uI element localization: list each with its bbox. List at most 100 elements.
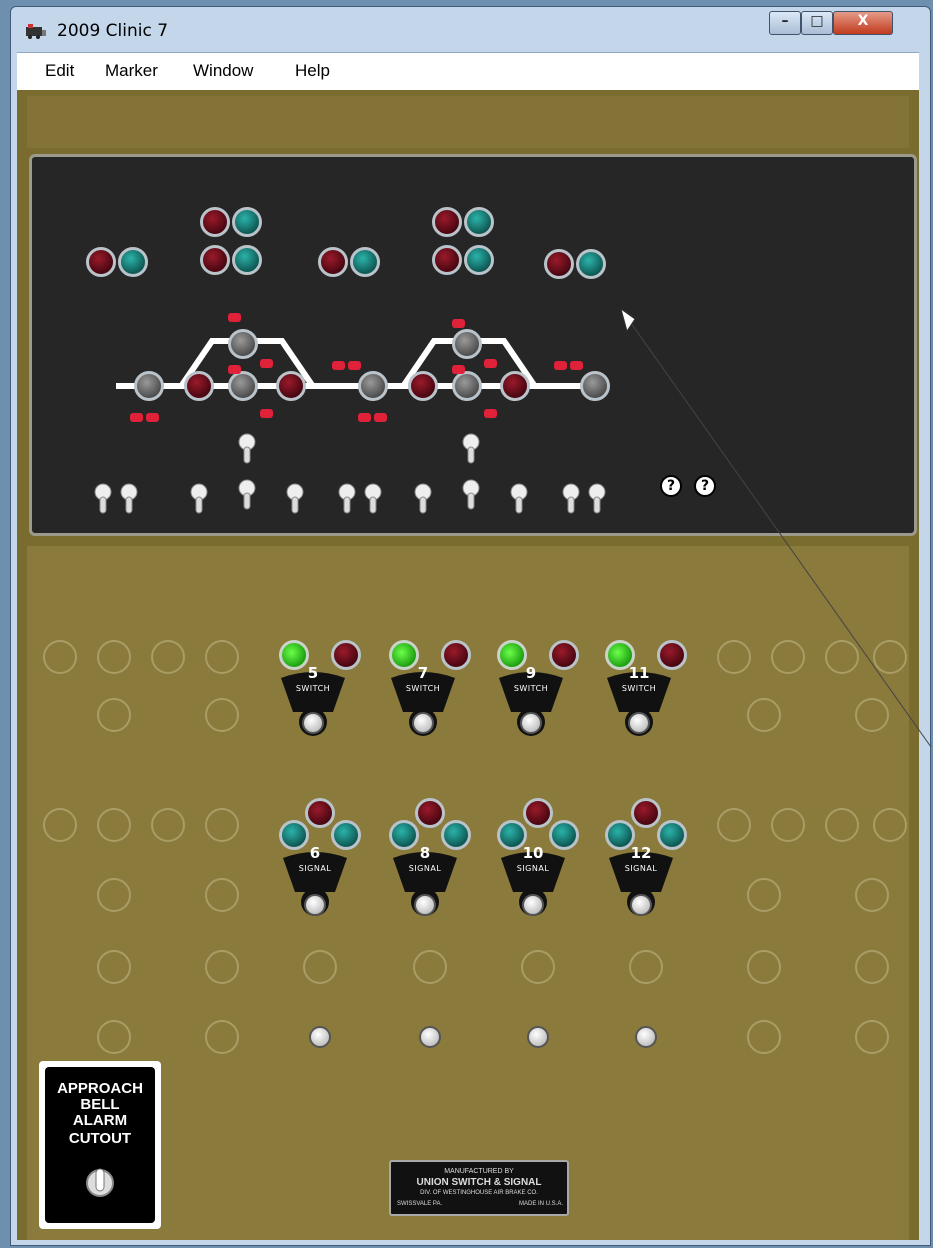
toggle-switch-icon[interactable] [236,479,258,511]
switch-lever-knob[interactable] [302,712,324,734]
empty-socket [747,1020,781,1054]
occupancy-indicator [452,319,465,328]
menu-marker[interactable]: Marker [105,61,158,81]
empty-socket [43,640,77,674]
track-lamp-grey [134,371,164,401]
manufacturer-nameplate: MANUFACTURED BY UNION SWITCH & SIGNAL DI… [389,1160,569,1216]
push-button[interactable] [527,1026,549,1048]
push-button[interactable] [309,1026,331,1048]
signal-lamp-teal [576,249,606,279]
toggle-switch-icon[interactable] [508,483,530,515]
toggle-switch-icon[interactable] [460,433,482,465]
lever-number: 5 [307,664,319,682]
toggle-switch-icon[interactable] [560,483,582,515]
signal-lamp-red [200,245,230,275]
empty-socket [97,698,131,732]
toggle-switch-icon[interactable] [284,483,306,515]
signal-stop-lamp [523,798,553,828]
track-lamp-grey [452,371,482,401]
menu-window[interactable]: Window [193,61,253,81]
empty-socket [97,950,131,984]
occupancy-indicator [348,361,361,370]
close-icon: X [857,13,869,29]
toggle-switch-icon[interactable] [362,483,384,515]
occupancy-indicator [146,413,159,422]
signal-lamp-red [432,245,462,275]
empty-socket [855,950,889,984]
empty-socket [205,878,239,912]
empty-socket [629,950,663,984]
top-strip [27,96,909,148]
occupancy-indicator [358,413,371,422]
empty-socket [855,878,889,912]
occupancy-indicator [570,361,583,370]
lever-label: SWITCH [513,684,549,693]
push-button[interactable] [635,1026,657,1048]
train-app-icon [26,24,46,39]
toggle-switch-icon[interactable] [85,1163,115,1203]
occupancy-indicator [554,361,567,370]
close-button[interactable]: X [833,11,893,35]
empty-socket [855,1020,889,1054]
occupancy-indicator [260,359,273,368]
empty-socket [97,1020,131,1054]
signal-lever-knob[interactable] [304,894,326,916]
toggle-switch-icon[interactable] [336,483,358,515]
window-title: 2009 Clinic 7 [57,21,169,41]
signal-stop-lamp [415,798,445,828]
toggle-switch-icon[interactable] [460,479,482,511]
signal-lamp-teal [118,247,148,277]
empty-socket [97,808,131,842]
occupancy-indicator [260,409,273,418]
nameplate-line: MADE IN U.S.A. [518,1201,563,1207]
occupancy-indicator [452,365,465,374]
signal-lamp-teal [464,207,494,237]
empty-socket [205,698,239,732]
lever-label: SIGNAL [516,864,550,873]
menu-edit[interactable]: Edit [45,61,74,81]
empty-socket [873,808,907,842]
application-window: 2009 Clinic 7 – □ X Edit Marker Window H… [10,6,932,1246]
maximize-button[interactable]: □ [801,11,833,35]
lever-number: 9 [525,664,537,682]
signal-lever-knob[interactable] [414,894,436,916]
occupancy-indicator [484,409,497,418]
occupancy-indicator [332,361,345,370]
switch-lever-knob[interactable] [520,712,542,734]
title-bar[interactable]: 2009 Clinic 7 – □ X [11,7,930,51]
signal-lamp-red [544,249,574,279]
signal-lamp-red [86,247,116,277]
signal-stop-lamp [305,798,335,828]
toggle-switch-icon[interactable] [412,483,434,515]
switch-lever-knob[interactable] [412,712,434,734]
toggle-switch-icon[interactable] [118,483,140,515]
toggle-switch-icon[interactable] [188,483,210,515]
occupancy-indicator [374,413,387,422]
menu-help[interactable]: Help [295,61,330,81]
empty-socket [747,950,781,984]
track-lamp-red [408,371,438,401]
lever-number: 6 [309,844,321,862]
lever-number: 10 [522,844,544,862]
empty-socket [97,878,131,912]
track-lamp-grey [228,329,258,359]
toggle-switch-icon[interactable] [92,483,114,515]
occupancy-indicator [130,413,143,422]
toggle-switch-icon[interactable] [236,433,258,465]
empty-socket [747,878,781,912]
empty-socket [771,808,805,842]
signal-lever-knob[interactable] [630,894,652,916]
lever-label: SWITCH [405,684,441,693]
approach-bell-cutout-plate: APPROACH BELL ALARM CUTOUT [39,1061,161,1229]
empty-socket [205,808,239,842]
track-lamp-grey [358,371,388,401]
signal-lamp-teal [464,245,494,275]
mouse-pointer-trail [620,307,932,748]
signal-lamp-teal [232,207,262,237]
lever-number: 7 [417,664,429,682]
push-button[interactable] [419,1026,441,1048]
approach-label-line: ALARM [72,1112,128,1129]
minimize-button[interactable]: – [769,11,801,35]
signal-lever-knob[interactable] [522,894,544,916]
empty-socket [825,808,859,842]
